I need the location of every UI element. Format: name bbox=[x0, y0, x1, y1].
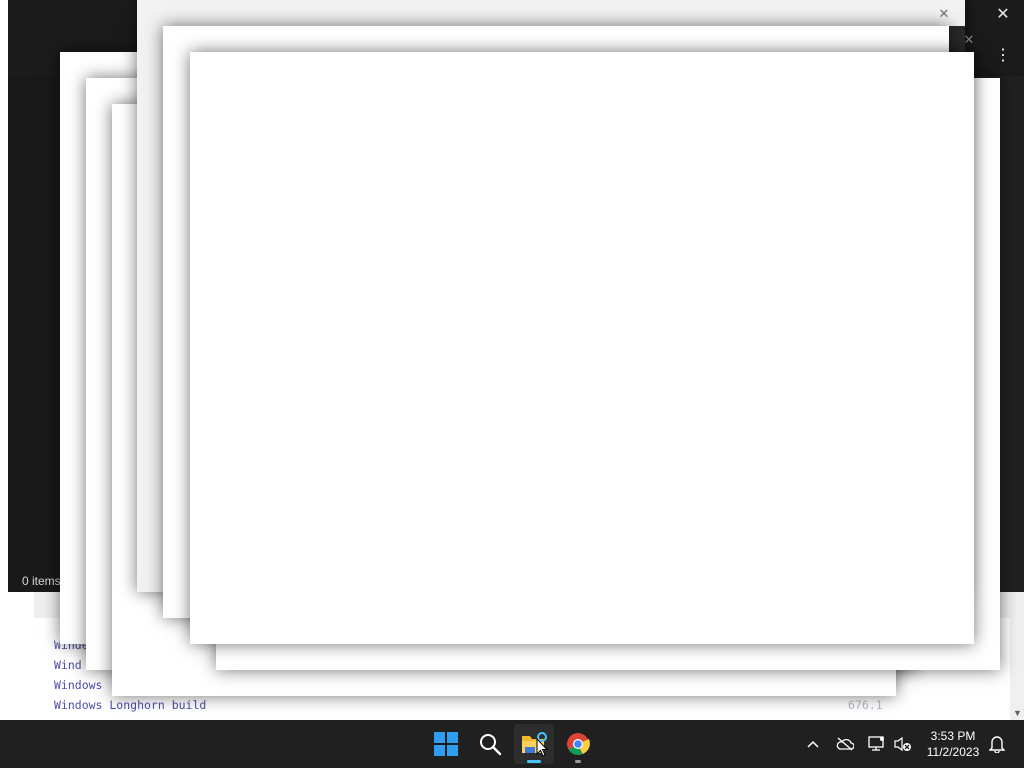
explorer-navigation-pane bbox=[8, 76, 68, 592]
network-disconnected-icon bbox=[868, 736, 884, 751]
clock-time: 3:53 PM bbox=[930, 729, 976, 743]
volume-tray-button[interactable] bbox=[890, 720, 916, 768]
show-hidden-icons-button[interactable] bbox=[800, 720, 826, 768]
more-options-icon[interactable]: ⋮ bbox=[994, 46, 1012, 66]
chrome-icon bbox=[567, 733, 590, 755]
faded-size-value: 676.1 bbox=[848, 698, 883, 712]
onedrive-offline-icon bbox=[836, 737, 854, 751]
search-button[interactable] bbox=[470, 724, 510, 764]
onedrive-tray-button[interactable] bbox=[832, 720, 858, 768]
network-tray-button[interactable] bbox=[864, 720, 890, 768]
link-item[interactable]: Wind bbox=[54, 658, 82, 672]
ghost-window bbox=[190, 52, 974, 644]
system-clock[interactable]: 3:53 PM 11/2/2023 bbox=[920, 720, 986, 768]
start-button[interactable] bbox=[426, 724, 466, 764]
search-icon bbox=[480, 734, 502, 756]
explorer-item-count: 0 items bbox=[22, 574, 61, 588]
bell-icon bbox=[989, 736, 1005, 753]
link-item[interactable]: Windows bbox=[54, 678, 102, 692]
file-explorer-button[interactable] bbox=[514, 724, 554, 764]
windows-logo-icon bbox=[434, 732, 458, 756]
chevron-up-icon bbox=[807, 740, 819, 748]
mouse-cursor-icon bbox=[536, 738, 548, 757]
close-icon[interactable]: ✕ bbox=[936, 6, 952, 22]
scroll-down-arrow-icon[interactable]: ▼ bbox=[1013, 708, 1022, 718]
running-app-indicator bbox=[575, 760, 581, 763]
close-icon[interactable]: ✕ bbox=[992, 4, 1014, 26]
notifications-button[interactable] bbox=[984, 720, 1010, 768]
active-app-indicator bbox=[527, 760, 541, 763]
link-item[interactable]: Windows Longhorn build bbox=[54, 698, 206, 712]
chrome-button[interactable] bbox=[558, 724, 598, 764]
clock-date: 11/2/2023 bbox=[926, 745, 980, 759]
volume-muted-icon bbox=[894, 736, 911, 752]
